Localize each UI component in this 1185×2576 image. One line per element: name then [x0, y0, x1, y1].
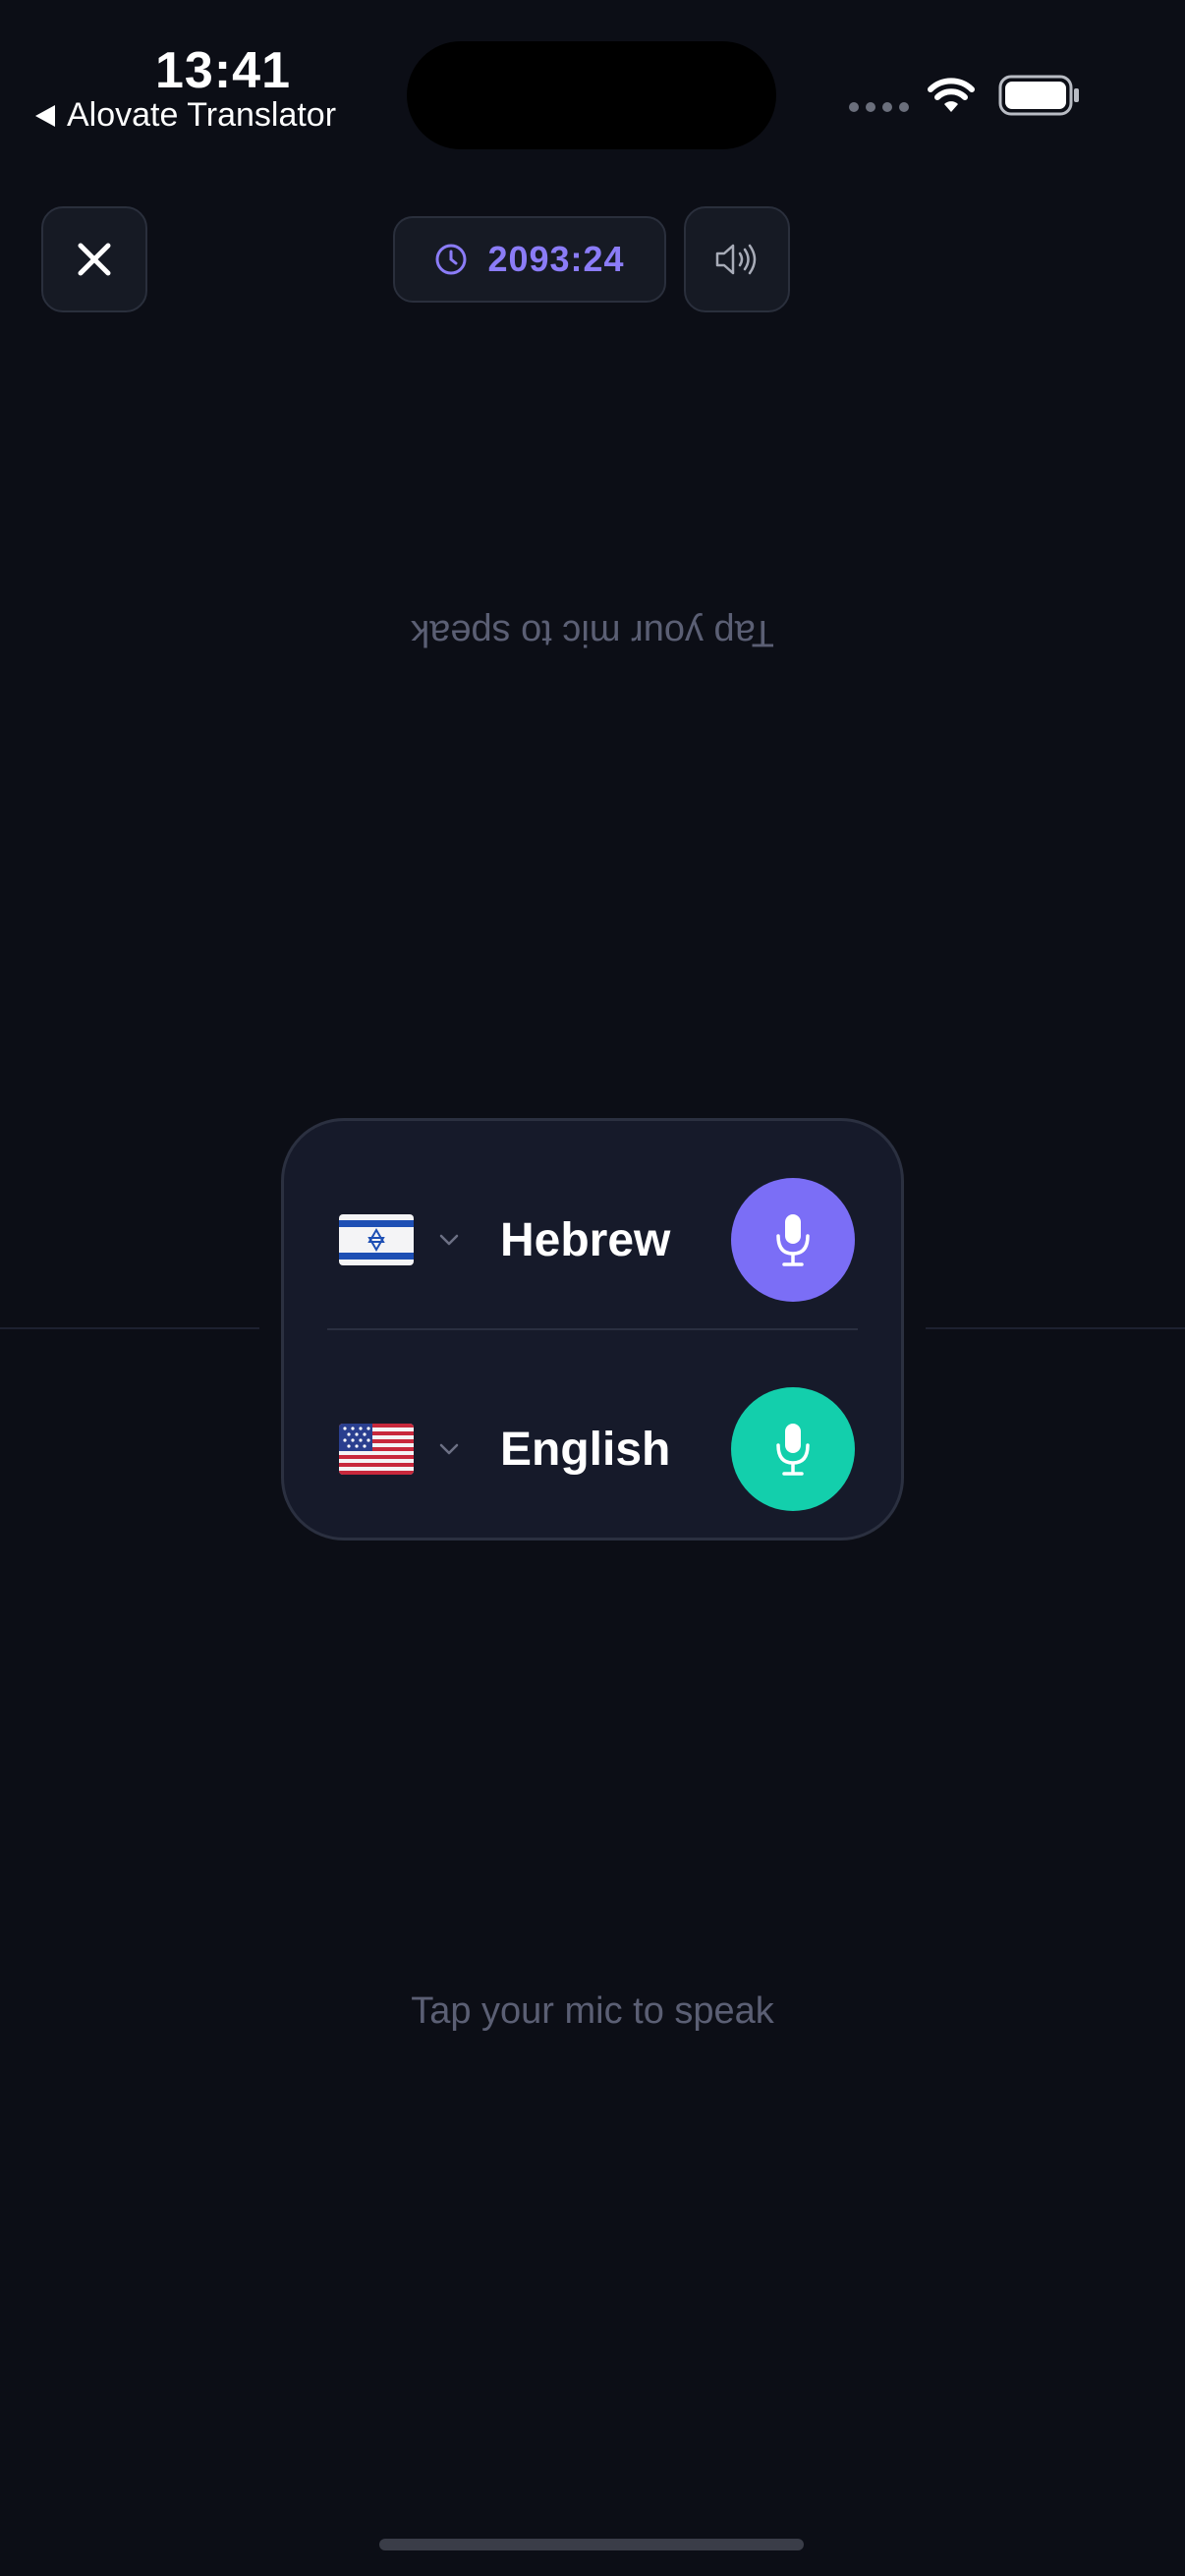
language-name-top[interactable]: Hebrew — [500, 1213, 670, 1267]
speaker-toggle-button[interactable] — [684, 206, 790, 312]
chevron-down-icon[interactable] — [439, 1234, 459, 1246]
clock-icon — [435, 244, 467, 275]
back-app-label: Alovate Translator — [67, 96, 337, 134]
close-button[interactable] — [41, 206, 147, 312]
timer-value: 2093:24 — [487, 239, 625, 279]
speaker-icon — [715, 244, 757, 275]
back-to-app-link[interactable]: Alovate Translator — [35, 96, 336, 135]
prompt-bottom: Tap your mic to speak — [411, 1990, 774, 2032]
card-separator — [327, 1328, 858, 1330]
close-icon — [78, 243, 111, 276]
screen-divider-right — [926, 1327, 1185, 1329]
mic-button-hebrew[interactable] — [731, 1178, 855, 1302]
dynamic-island — [407, 41, 776, 149]
microphone-icon — [776, 1424, 810, 1476]
language-name-bottom[interactable]: English — [500, 1423, 670, 1477]
cellular-signal-icon — [849, 102, 909, 112]
status-time: 13:41 — [155, 42, 291, 99]
session-timer: 2093:24 — [393, 216, 666, 303]
language-card: Hebrew English — [281, 1118, 904, 1540]
israel-flag-icon[interactable] — [339, 1214, 414, 1265]
us-flag-icon[interactable] — [339, 1424, 414, 1475]
chevron-down-icon[interactable] — [439, 1443, 459, 1455]
microphone-icon — [776, 1214, 810, 1266]
battery-icon — [998, 75, 1079, 116]
home-indicator[interactable] — [379, 2539, 804, 2550]
mic-button-english[interactable] — [731, 1387, 855, 1511]
language-row-bottom: English — [284, 1375, 901, 1523]
screen-divider-left — [0, 1327, 259, 1329]
back-arrow-icon — [35, 104, 55, 127]
wifi-icon — [928, 78, 975, 112]
language-row-top: Hebrew — [284, 1166, 901, 1314]
prompt-top-rotated: Tap your mic to speak — [411, 612, 774, 653]
